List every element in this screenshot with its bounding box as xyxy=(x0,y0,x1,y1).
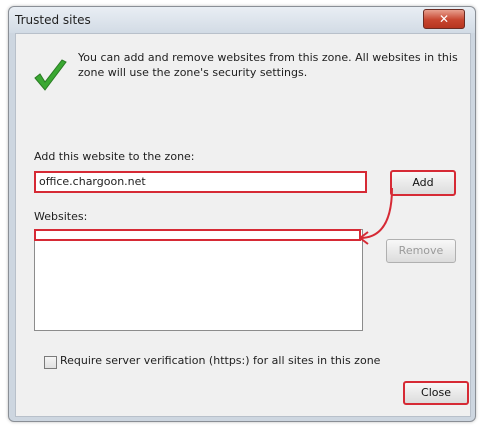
close-button[interactable]: Close xyxy=(403,381,469,405)
add-website-label: Add this website to the zone: xyxy=(34,150,195,163)
title-bar: Trusted sites ✕ xyxy=(9,7,475,33)
close-icon: ✕ xyxy=(438,12,450,26)
https-verification-label[interactable]: Require server verification (https:) for… xyxy=(60,354,380,367)
websites-list[interactable] xyxy=(34,229,363,331)
trusted-sites-dialog: Trusted sites ✕ You can add and remove w… xyxy=(8,6,476,422)
dialog-title: Trusted sites xyxy=(15,13,91,27)
checkmark-icon xyxy=(34,59,67,91)
websites-label: Websites: xyxy=(34,210,88,223)
websites-list-row-highlight xyxy=(34,229,361,241)
title-close-button[interactable]: ✕ xyxy=(423,9,465,29)
dialog-content: You can add and remove websites from thi… xyxy=(15,33,471,417)
annotation-arrow xyxy=(359,187,393,245)
info-text: You can add and remove websites from thi… xyxy=(78,51,458,79)
https-verification-checkbox[interactable] xyxy=(44,356,57,369)
website-url-input[interactable]: office.chargoon.net xyxy=(34,171,367,193)
